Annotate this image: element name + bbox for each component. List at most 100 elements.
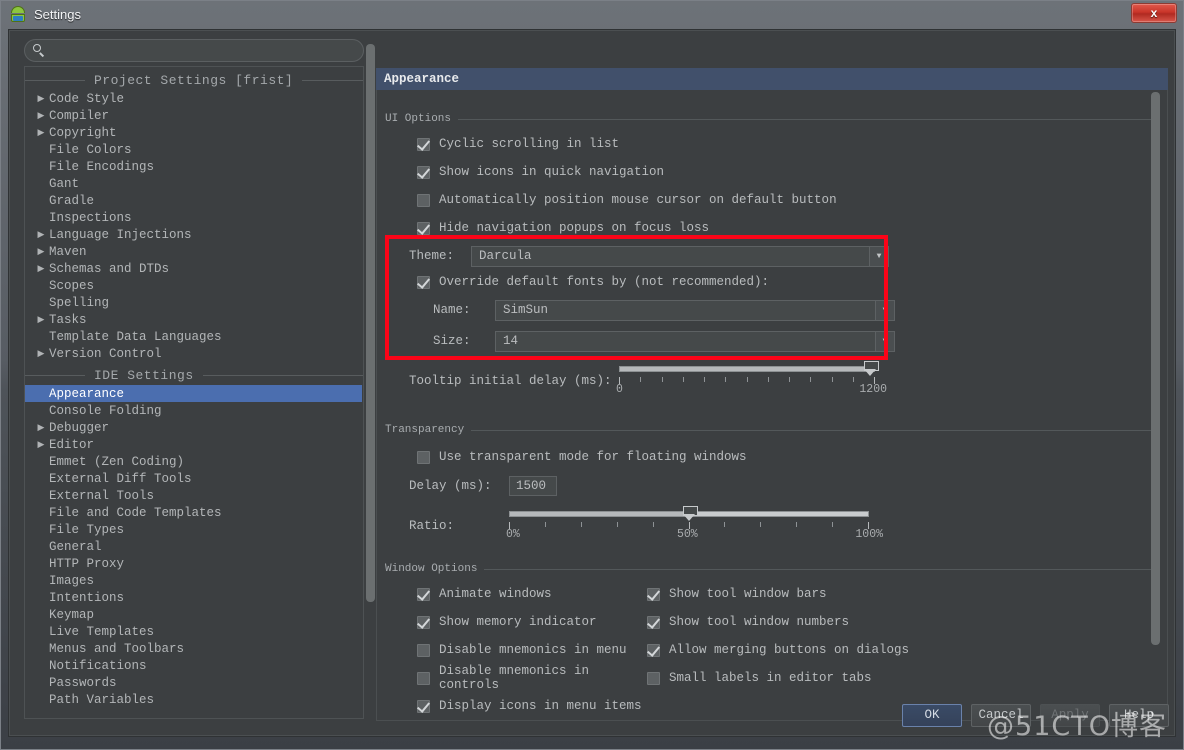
- search-input[interactable]: [52, 43, 363, 58]
- sidebar-item-notifications[interactable]: Notifications: [25, 657, 363, 674]
- checkbox[interactable]: [417, 221, 430, 235]
- checkbox[interactable]: [647, 643, 660, 657]
- window-option-allow-merging-buttons-on-dialogs-row[interactable]: Allow merging buttons on dialogs: [647, 636, 909, 664]
- sidebar-item-file-colors[interactable]: File Colors: [25, 141, 363, 158]
- sidebar-item-live-templates[interactable]: Live Templates: [25, 623, 363, 640]
- sidebar-item-tasks[interactable]: ▶ Tasks: [25, 311, 363, 328]
- sidebar-item-file-encodings[interactable]: File Encodings: [25, 158, 363, 175]
- sidebar-item-general[interactable]: General: [25, 538, 363, 555]
- override-default-fonts-checkbox[interactable]: [417, 275, 430, 289]
- use-transparent-mode-checkbox[interactable]: [417, 450, 430, 464]
- checkbox[interactable]: [647, 671, 660, 685]
- checkbox[interactable]: [417, 643, 430, 657]
- sidebar-item-spelling[interactable]: Spelling: [25, 294, 363, 311]
- window-option-disable-mnemonics-in-menu-row[interactable]: Disable mnemonics in menu: [417, 636, 647, 664]
- sidebar-item-file-and-code-templates[interactable]: File and Code Templates: [25, 504, 363, 521]
- sidebar-item-gradle[interactable]: Gradle: [25, 192, 363, 209]
- override-default-fonts-row[interactable]: Override default fonts by (not recommend…: [385, 269, 1157, 295]
- transparency-ratio-slider[interactable]: 0% 50% 100%: [506, 505, 883, 543]
- chevron-right-icon[interactable]: ▶: [33, 423, 49, 433]
- sidebar-item-menus-and-toolbars[interactable]: Menus and Toolbars: [25, 640, 363, 657]
- sidebar-item-images[interactable]: Images: [25, 572, 363, 589]
- sidebar-item-scopes[interactable]: Scopes: [25, 277, 363, 294]
- sidebar-item-template-data-languages[interactable]: Template Data Languages: [25, 328, 363, 345]
- sidebar-item-file-types[interactable]: File Types: [25, 521, 363, 538]
- sidebar-item-version-control[interactable]: ▶ Version Control: [25, 345, 363, 362]
- window-option-show-tool-window-bars-row[interactable]: Show tool window bars: [647, 580, 909, 608]
- use-transparent-mode-row[interactable]: Use transparent mode for floating window…: [385, 443, 1157, 471]
- chevron-right-icon[interactable]: ▶: [33, 247, 49, 257]
- font-name-combobox[interactable]: SimSun ▼: [495, 299, 895, 321]
- sidebar-item-compiler[interactable]: ▶ Compiler: [25, 107, 363, 124]
- checkbox[interactable]: [647, 587, 660, 601]
- checkbox[interactable]: [647, 615, 660, 629]
- chevron-right-icon[interactable]: ▶: [33, 111, 49, 121]
- window-option-show-memory-indicator-row[interactable]: Show memory indicator: [417, 608, 647, 636]
- chevron-right-icon[interactable]: ▶: [33, 94, 49, 104]
- chevron-right-icon[interactable]: ▶: [33, 230, 49, 240]
- sidebar-item-external-tools[interactable]: External Tools: [25, 487, 363, 504]
- slider-thumb[interactable]: [683, 506, 698, 522]
- checkbox[interactable]: [417, 671, 430, 685]
- sidebar-item-editor[interactable]: ▶ Editor: [25, 436, 363, 453]
- chevron-right-icon[interactable]: ▶: [33, 440, 49, 450]
- sidebar-scrollbar-thumb[interactable]: [366, 44, 375, 602]
- sidebar-item-external-diff-tools[interactable]: External Diff Tools: [25, 470, 363, 487]
- cancel-button[interactable]: Cancel: [971, 703, 1031, 727]
- ui-option-cyclic-scrolling-in-list-row[interactable]: Cyclic scrolling in list: [417, 130, 1157, 158]
- chevron-right-icon[interactable]: ▶: [33, 315, 49, 325]
- sidebar-item-intentions[interactable]: Intentions: [25, 589, 363, 606]
- ui-option-automatically-position-mouse-cursor-on-default-button-row[interactable]: Automatically position mouse cursor on d…: [417, 186, 1157, 214]
- sidebar-item-copyright[interactable]: ▶ Copyright: [25, 124, 363, 141]
- slider-min-label: 0: [616, 383, 623, 396]
- tooltip-delay-slider[interactable]: 0 1200: [616, 360, 887, 398]
- search-box[interactable]: [24, 39, 364, 62]
- sidebar-item-inspections[interactable]: Inspections: [25, 209, 363, 226]
- section-label: Window Options: [385, 563, 478, 575]
- sidebar-item-label: Language Injections: [49, 227, 192, 242]
- help-button[interactable]: Help: [1109, 703, 1169, 727]
- chevron-right-icon[interactable]: ▶: [33, 349, 49, 359]
- dialog-button-bar: OK Cancel Apply Help: [17, 698, 1169, 732]
- close-icon[interactable]: x: [1131, 3, 1177, 23]
- apply-button[interactable]: Apply: [1040, 703, 1100, 727]
- checkbox[interactable]: [417, 587, 430, 601]
- sidebar-item-schemas-and-dtds[interactable]: ▶ Schemas and DTDs: [25, 260, 363, 277]
- ui-option-hide-navigation-popups-on-focus-loss-row[interactable]: Hide navigation popups on focus loss: [417, 214, 1157, 242]
- detail-pane-scrollbar-thumb[interactable]: [1151, 92, 1160, 645]
- ui-option-show-icons-in-quick-navigation-row[interactable]: Show icons in quick navigation: [417, 158, 1157, 186]
- section-header-window-options: Window Options: [385, 562, 1157, 576]
- sidebar-item-gant[interactable]: Gant: [25, 175, 363, 192]
- sidebar-item-passwords[interactable]: Passwords: [25, 674, 363, 691]
- sidebar-item-keymap[interactable]: Keymap: [25, 606, 363, 623]
- transparency-delay-input[interactable]: 1500: [509, 476, 557, 496]
- checkbox[interactable]: [417, 165, 430, 179]
- ok-button[interactable]: OK: [902, 703, 962, 727]
- sidebar-item-http-proxy[interactable]: HTTP Proxy: [25, 555, 363, 572]
- window-option-animate-windows-row[interactable]: Animate windows: [417, 580, 647, 608]
- sidebar-item-code-style[interactable]: ▶ Code Style: [25, 90, 363, 107]
- settings-tree[interactable]: Project Settings [frist] ▶ Code Style ▶ Comp…: [24, 66, 364, 719]
- theme-combobox[interactable]: Darcula ▼: [471, 245, 889, 267]
- window-option-small-labels-in-editor-tabs-row[interactable]: Small labels in editor tabs: [647, 664, 909, 692]
- chevron-right-icon[interactable]: ▶: [33, 128, 49, 138]
- checkbox[interactable]: [417, 137, 430, 151]
- checkbox[interactable]: [417, 193, 430, 207]
- slider-track[interactable]: [619, 366, 875, 372]
- slider-thumb[interactable]: [864, 361, 879, 377]
- sidebar-item-maven[interactable]: ▶ Maven: [25, 243, 363, 260]
- checkbox[interactable]: [417, 615, 430, 629]
- chevron-down-icon[interactable]: ▼: [875, 300, 894, 320]
- chevron-down-icon[interactable]: ▼: [869, 246, 888, 266]
- chevron-down-icon[interactable]: ▼: [875, 331, 894, 351]
- sidebar-item-label: Schemas and DTDs: [49, 261, 170, 276]
- chevron-right-icon[interactable]: ▶: [33, 264, 49, 274]
- window-option-disable-mnemonics-in-controls-row[interactable]: Disable mnemonics in controls: [417, 664, 647, 692]
- window-option-show-tool-window-numbers-row[interactable]: Show tool window numbers: [647, 608, 909, 636]
- sidebar-item-appearance[interactable]: Appearance: [25, 385, 362, 402]
- sidebar-item-console-folding[interactable]: Console Folding: [25, 402, 363, 419]
- sidebar-item-emmet-zen-coding[interactable]: Emmet (Zen Coding): [25, 453, 363, 470]
- sidebar-item-debugger[interactable]: ▶ Debugger: [25, 419, 363, 436]
- sidebar-item-language-injections[interactable]: ▶ Language Injections: [25, 226, 363, 243]
- font-size-combobox[interactable]: 14 ▼: [495, 330, 895, 352]
